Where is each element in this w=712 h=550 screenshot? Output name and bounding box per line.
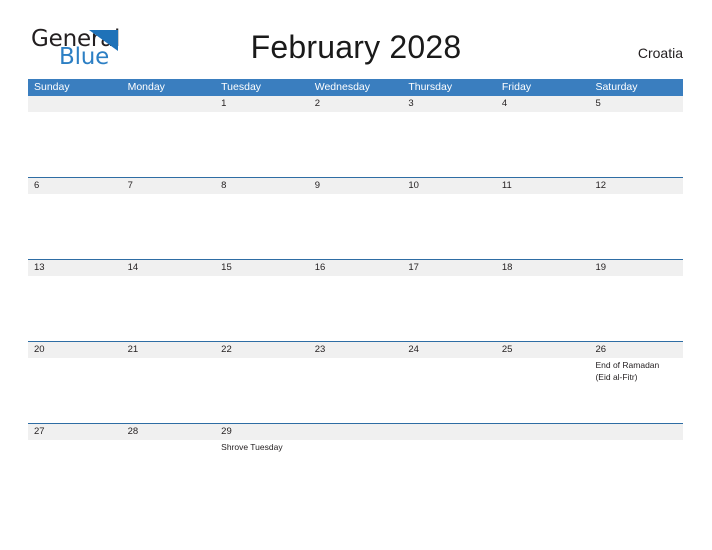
day-number: 19 [595, 262, 607, 273]
day-number: 15 [221, 262, 232, 273]
calendar-weeks: 1 2 3 4 5 6 7 8 9 10 11 12 13 14 15 16 17 18 19 20 21 22 23 24 2… [28, 96, 684, 505]
weekday-header-thursday: Thursday [408, 81, 453, 93]
day-number [589, 424, 683, 440]
day-number: 6 [34, 180, 40, 191]
day-cell-12[interactable]: 12 [589, 178, 684, 259]
day-number: 2 [314, 98, 321, 109]
day-number: 10 [408, 180, 419, 191]
day-cell-20[interactable]: 20 [28, 342, 122, 423]
event-text: Shrove Tuesday [221, 442, 283, 452]
day-cell-28[interactable]: 28 [121, 424, 216, 505]
day-number: 3 [408, 98, 414, 109]
day-cell-21[interactable]: 21 [121, 342, 216, 423]
day-cell-4[interactable]: 4 [495, 96, 590, 177]
week-cells: 20 21 22 23 24 25 26 End of Ramadan (Eid al-Fitr… [28, 342, 684, 423]
day-cell-13[interactable]: 13 [28, 260, 122, 341]
day-cell-1[interactable]: 1 [215, 96, 309, 177]
weekday-header-row: Sunday Monday Tuesday Wednesday Thursday Frid… [28, 79, 683, 96]
weekday-header-sunday: Sunday [34, 81, 70, 93]
day-cell-23[interactable]: 23 [308, 342, 403, 423]
day-number: 18 [501, 262, 513, 273]
day-number: 22 [221, 344, 232, 355]
day-number: 23 [314, 344, 326, 355]
calendar-week-row: 13 14 15 16 17 18 19 [28, 259, 684, 341]
day-number [402, 424, 496, 440]
day-number [28, 96, 122, 112]
day-cell-11[interactable]: 11 [495, 178, 590, 259]
day-cell-10[interactable]: 10 [402, 178, 496, 259]
day-number: 20 [34, 344, 45, 355]
day-number [122, 96, 216, 112]
day-cell-7[interactable]: 7 [121, 178, 216, 259]
event-text: End of Ramadan [595, 360, 660, 370]
weekday-header-monday: Monday [127, 81, 165, 93]
day-cell-empty [402, 424, 496, 505]
event-text: (Eid al-Fitr) [595, 371, 638, 382]
page-title: February 2028 [250, 29, 462, 65]
day-number: 28 [127, 426, 139, 437]
day-cell-empty [308, 424, 403, 505]
day-number: 24 [408, 344, 419, 355]
day-number: 17 [408, 262, 419, 273]
calendar-week-row: 6 7 8 9 10 11 12 [28, 177, 684, 259]
day-number: 26 [595, 344, 607, 355]
weekday-header-wednesday: Wednesday [314, 81, 370, 93]
day-cell-14[interactable]: 14 [121, 260, 216, 341]
day-number [496, 424, 590, 440]
calendar-grid: Sunday Monday Tuesday Wednesday Thursday Frid… [28, 79, 684, 505]
day-number: 13 [34, 262, 45, 273]
day-cell-16[interactable]: 16 [308, 260, 403, 341]
day-cell-18[interactable]: 18 [495, 260, 590, 341]
country-label: Croatia [637, 45, 683, 61]
day-number: 16 [314, 262, 326, 273]
week-cells: 1 2 3 4 5 [28, 96, 684, 177]
calendar-week-row: 20 21 22 23 24 25 26 End of Ramadan (Eid al-Fitr… [28, 341, 684, 423]
week-cells: 13 14 15 16 17 18 19 [28, 260, 684, 341]
week-cells: 27 28 29 Shrove Tuesday [28, 424, 684, 505]
calendar-page: General Blue February 2028 Croatia Sunda… [0, 0, 712, 550]
day-cell-9[interactable]: 9 [308, 178, 403, 259]
day-number [309, 424, 403, 440]
weekday-header-tuesday: Tuesday [221, 81, 262, 93]
day-number: 27 [34, 426, 45, 437]
day-number: 9 [314, 180, 321, 191]
weekday-header-friday: Friday [501, 81, 532, 93]
day-events: Shrove Tuesday [215, 440, 309, 454]
day-cell-19[interactable]: 19 [589, 260, 684, 341]
day-number: 4 [501, 98, 508, 109]
day-cell-empty [121, 96, 216, 177]
weekday-header-saturday: Saturday [595, 81, 638, 93]
day-number: 29 [221, 426, 232, 437]
day-cell-26[interactable]: 26 End of Ramadan (Eid al-Fitr) [589, 342, 684, 423]
day-number: 1 [221, 98, 227, 109]
day-cell-8[interactable]: 8 [215, 178, 309, 259]
day-number: 14 [127, 262, 139, 273]
day-cell-empty [589, 424, 684, 505]
day-number: 7 [127, 180, 133, 191]
page-header: General Blue February 2028 Croatia [0, 0, 712, 69]
day-number: 21 [127, 344, 139, 355]
day-cell-5[interactable]: 5 [589, 96, 684, 177]
day-number: 8 [221, 180, 227, 191]
day-cell-24[interactable]: 24 [402, 342, 496, 423]
day-events: End of Ramadan (Eid al-Fitr) [589, 358, 683, 383]
day-cell-15[interactable]: 15 [215, 260, 309, 341]
day-cell-empty [28, 96, 122, 177]
day-number: 12 [595, 180, 607, 191]
week-cells: 6 7 8 9 10 11 12 [28, 178, 684, 259]
day-cell-empty [495, 424, 590, 505]
day-cell-6[interactable]: 6 [28, 178, 122, 259]
day-number: 25 [501, 344, 513, 355]
calendar-week-row: 1 2 3 4 5 [28, 96, 684, 177]
day-cell-29[interactable]: 29 Shrove Tuesday [215, 424, 309, 505]
calendar-week-row: 27 28 29 Shrove Tuesday [28, 423, 684, 505]
day-cell-3[interactable]: 3 [402, 96, 496, 177]
day-cell-27[interactable]: 27 [28, 424, 122, 505]
day-cell-25[interactable]: 25 [495, 342, 590, 423]
day-number: 5 [595, 98, 601, 109]
day-cell-17[interactable]: 17 [402, 260, 496, 341]
day-cell-2[interactable]: 2 [308, 96, 403, 177]
day-number: 11 [501, 180, 512, 191]
day-cell-22[interactable]: 22 [215, 342, 309, 423]
